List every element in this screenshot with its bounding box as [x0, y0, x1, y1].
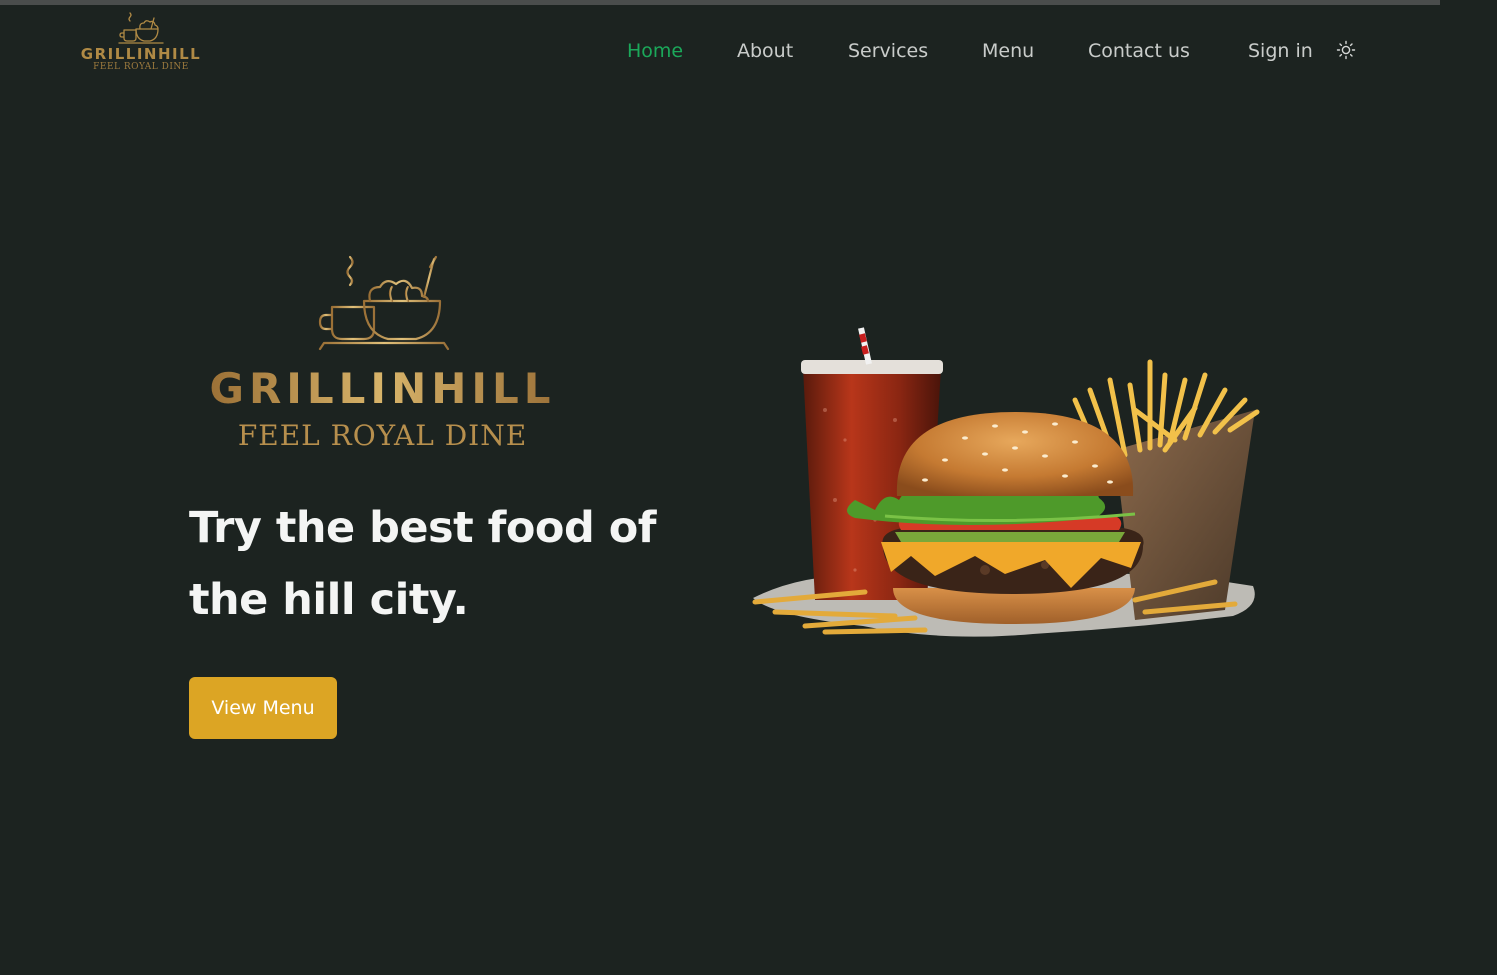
page: GRILLINHILL FEEL ROYAL DINE Home About S… — [0, 0, 1497, 975]
view-menu-button[interactable]: View Menu — [189, 677, 337, 739]
cup-and-bowl-icon — [312, 255, 453, 351]
main-nav: Home About Services Menu Contact us Sign… — [0, 36, 1497, 68]
nav-link-services[interactable]: Services — [848, 36, 928, 66]
sun-icon — [1336, 40, 1356, 60]
hero-logo: GRILLINHILL FEEL ROYAL DINE — [205, 253, 560, 453]
nav-link-about[interactable]: About — [737, 36, 793, 66]
nav-link-sign-in[interactable]: Sign in — [1248, 36, 1313, 66]
theme-toggle-button[interactable] — [1335, 39, 1357, 61]
hero-logo-brand: GRILLINHILL — [205, 365, 560, 413]
nav-link-contact[interactable]: Contact us — [1088, 36, 1190, 66]
nav-link-home[interactable]: Home — [627, 36, 683, 66]
burger-fries-drink-image — [752, 327, 1260, 637]
browser-top-border — [0, 0, 1440, 5]
nav-link-menu[interactable]: Menu — [982, 36, 1034, 66]
hero-logo-tagline: FEEL ROYAL DINE — [237, 419, 528, 452]
hero-headline: Try the best food of the hill city. — [189, 503, 656, 625]
